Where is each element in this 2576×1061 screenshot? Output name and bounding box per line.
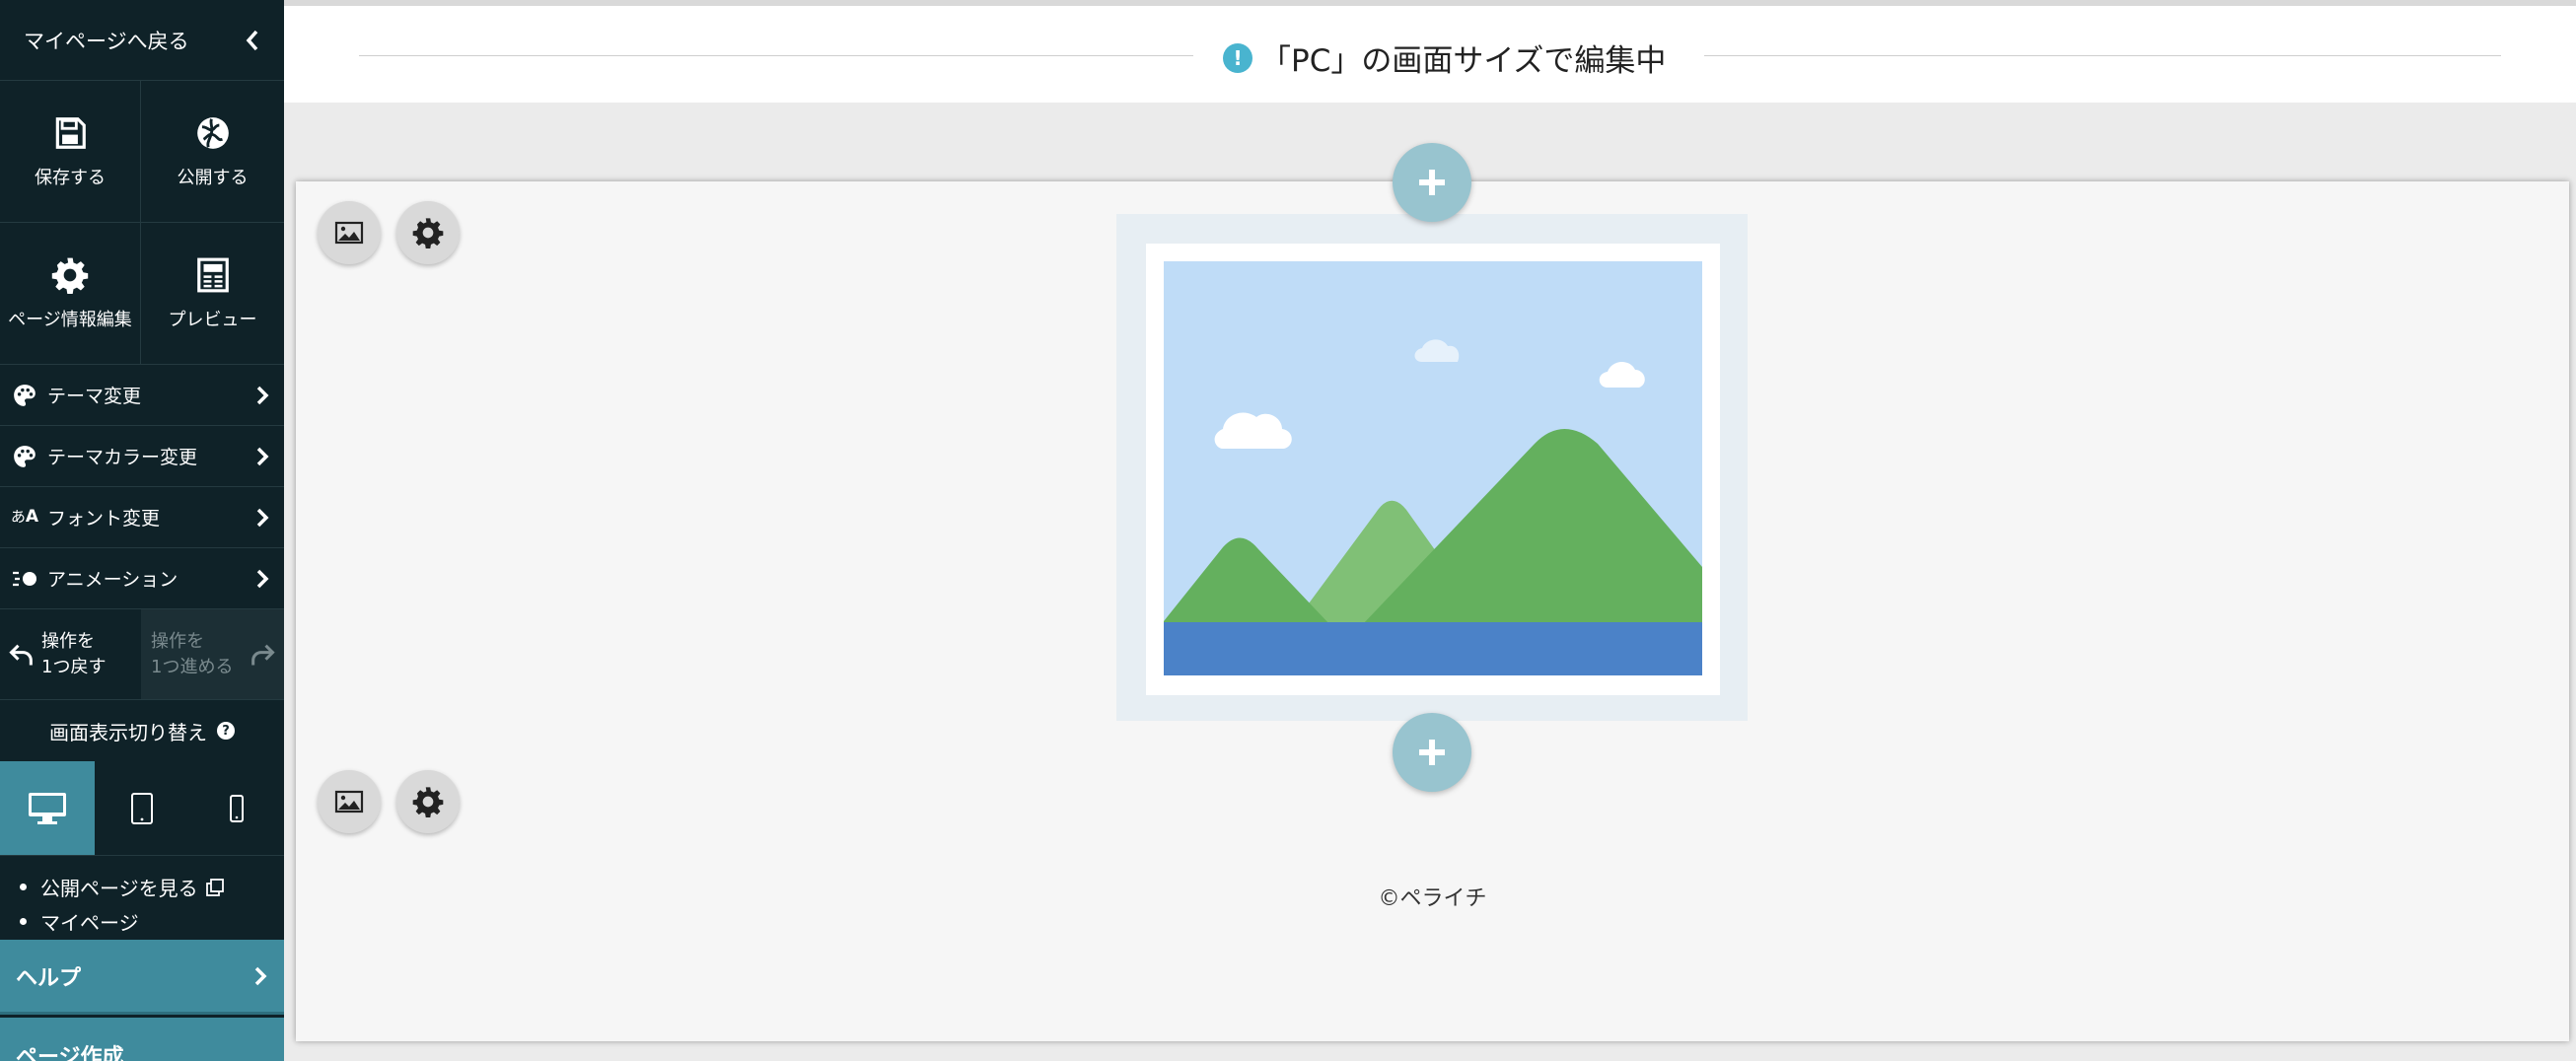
gear-icon	[412, 218, 444, 248]
view-public-page-label: 公開ページを見る	[40, 877, 198, 900]
undo-button[interactable]: 操作を 1つ戻す	[0, 609, 141, 699]
image-icon	[334, 790, 364, 813]
redo-button[interactable]: 操作を 1つ進める	[141, 609, 284, 699]
undo-label-line2: 1つ戻す	[41, 656, 107, 677]
block-image-button[interactable]	[318, 770, 381, 833]
sidebar-links: 公開ページを見る マイページ	[0, 856, 284, 953]
add-block-below-button[interactable]	[1393, 713, 1471, 792]
preview-label: プレビュー	[168, 309, 257, 330]
alert-icon: !	[1223, 42, 1252, 73]
save-button[interactable]: 保存する	[0, 81, 141, 223]
undo-label-line1: 操作を	[41, 630, 95, 652]
desktop-icon	[29, 792, 66, 824]
landscape-placeholder-image	[1164, 261, 1702, 675]
save-label: 保存する	[35, 167, 106, 188]
chevron-right-icon	[254, 966, 267, 985]
plus-icon	[1419, 170, 1445, 195]
tablet-icon	[131, 792, 153, 824]
chevron-right-icon	[256, 569, 269, 588]
palette-icon	[10, 381, 39, 410]
undo-icon	[9, 644, 33, 665]
add-block-above-button[interactable]	[1393, 143, 1471, 222]
gear-icon	[51, 257, 89, 294]
back-to-mypage-button[interactable]: マイページへ戻る	[0, 0, 284, 81]
editing-size-text: 「PC」の画面サイズで編集中	[1260, 43, 1667, 79]
redo-label: 操作を 1つ進める	[151, 629, 233, 680]
preview-icon	[196, 257, 229, 292]
font-change-menu[interactable]: あA フォント変更	[0, 487, 284, 548]
divider	[1704, 55, 2501, 56]
image-block-frame[interactable]	[1116, 214, 1748, 721]
globe-icon	[196, 116, 229, 149]
help-button[interactable]: ヘルプ	[0, 940, 284, 1015]
footer-copyright: ©ペライチ	[1378, 886, 1487, 911]
plus-icon	[1419, 740, 1445, 765]
theme-color-change-menu[interactable]: テーマカラー変更	[0, 426, 284, 487]
theme-change-menu[interactable]: テーマ変更	[0, 365, 284, 426]
help-label: ヘルプ	[16, 965, 82, 991]
redo-label-line1: 操作を	[151, 630, 204, 652]
smartphone-icon	[230, 794, 244, 822]
back-to-mypage-label: マイページへ戻る	[24, 29, 189, 53]
editing-size-message: ! 「PC」の画面サイズで編集中	[1223, 35, 1666, 80]
block-settings-button[interactable]	[396, 770, 460, 833]
redo-icon	[251, 644, 275, 665]
undo-redo-row: 操作を 1つ戻す 操作を 1つ進める	[0, 609, 284, 700]
display-switch-title: 画面表示切り替え ?	[0, 700, 284, 761]
device-switcher	[0, 761, 284, 856]
chevron-left-icon	[246, 30, 258, 50]
publish-button[interactable]: 公開する	[141, 81, 284, 223]
display-switch-label: 画面表示切り替え	[49, 720, 207, 744]
external-link-icon	[205, 878, 224, 896]
page-info-edit-label: ページ情報編集	[8, 309, 132, 330]
divider	[359, 55, 1193, 56]
action-tiles: 保存する 公開する ページ情報編集 プレビュー	[0, 81, 284, 365]
device-tablet-button[interactable]	[95, 761, 189, 855]
preview-button[interactable]: プレビュー	[141, 223, 284, 365]
font-icon: あA	[10, 507, 39, 527]
image-placeholder[interactable]	[1146, 244, 1720, 695]
save-icon	[55, 116, 86, 149]
chevron-right-icon	[256, 386, 269, 404]
palette-icon	[10, 442, 39, 471]
mypage-label: マイページ	[40, 911, 139, 935]
theme-color-change-label: テーマカラー変更	[47, 447, 198, 468]
block-settings-button[interactable]	[396, 201, 460, 264]
help-icon[interactable]: ?	[217, 722, 235, 740]
animation-label: アニメーション	[47, 569, 179, 591]
editor-sidebar: マイページへ戻る 保存する 公開する ページ情報編集 プレビュー テーマ変更 テ…	[0, 0, 284, 1061]
block-image-button[interactable]	[318, 201, 381, 264]
view-public-page-link[interactable]: 公開ページを見る	[20, 870, 284, 904]
redo-label-line2: 1つ進める	[151, 656, 234, 677]
page-canvas: ©ペライチ	[296, 181, 2569, 1041]
mypage-link[interactable]: マイページ	[20, 904, 284, 939]
animation-menu[interactable]: アニメーション	[0, 548, 284, 609]
page-create-label: ページ作成	[16, 1045, 124, 1061]
theme-change-label: テーマ変更	[47, 386, 142, 407]
gear-icon	[412, 787, 444, 817]
animation-icon	[10, 564, 39, 594]
page-create-button[interactable]: ページ作成	[0, 1018, 284, 1061]
undo-label: 操作を 1つ戻す	[41, 629, 106, 680]
chevron-right-icon	[256, 447, 269, 465]
chevron-right-icon	[256, 508, 269, 527]
font-change-label: フォント変更	[47, 508, 161, 530]
device-pc-button[interactable]	[0, 761, 95, 855]
editing-size-banner: ! 「PC」の画面サイズで編集中	[284, 0, 2576, 103]
page-info-edit-button[interactable]: ページ情報編集	[0, 223, 141, 365]
image-icon	[334, 221, 364, 245]
publish-label: 公開する	[177, 167, 249, 188]
device-smartphone-button[interactable]	[189, 761, 284, 855]
